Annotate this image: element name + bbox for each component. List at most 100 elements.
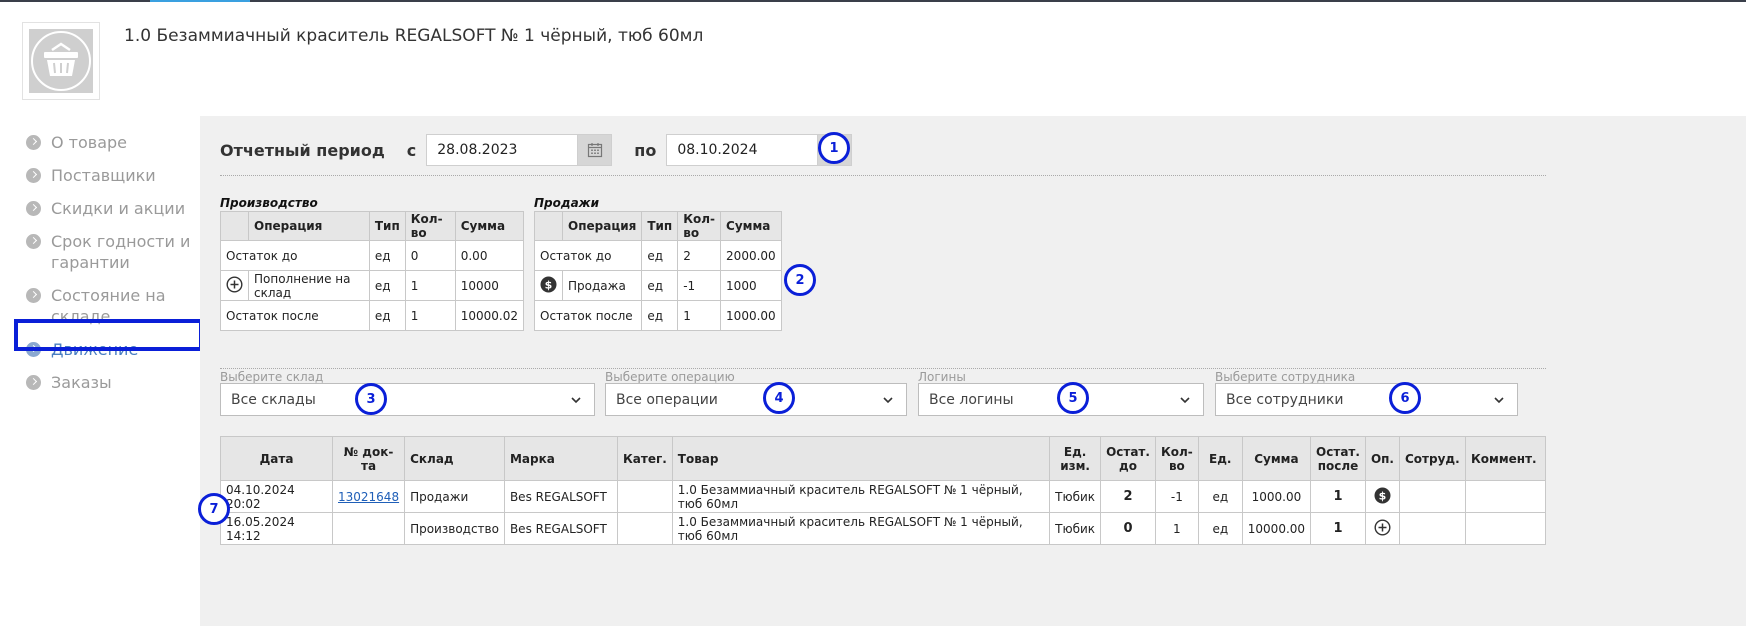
plus-circle-icon (220, 270, 249, 301)
operation-filter-label: Выберите операцию (605, 370, 735, 384)
warehouse-filter-label: Выберите склад (220, 370, 324, 384)
sum-cell: 2000.00 (720, 240, 782, 271)
table-row: Пополнение на склад ед 1 10000 (220, 270, 525, 301)
sidebar-item-expiry[interactable]: Срок годности и гарантии (14, 225, 224, 279)
chevron-right-icon (26, 168, 41, 183)
qty-cell: 1 (404, 270, 456, 301)
sidebar-item-label: Поставщики (51, 166, 156, 185)
period-label: Отчетный период (220, 140, 385, 160)
period-to-label: по (634, 140, 657, 160)
sum-cell: 10000.00 (1241, 512, 1312, 545)
sidebar-item-label: О товаре (51, 133, 128, 152)
operation-select[interactable]: Все операции (605, 383, 907, 416)
product-cell: 1.0 Безаммиачный краситель REGALSOFT № 1… (671, 512, 1051, 545)
stock-before-cell: 2 (1100, 480, 1156, 513)
sidebar-item-suppliers[interactable]: Поставщики (14, 159, 224, 192)
table-row: Остаток после ед 1 10000.02 (220, 300, 525, 331)
sidebar-item-about[interactable]: О товаре (14, 126, 224, 159)
qty-cell: 1 (404, 300, 456, 331)
sidebar-item-discounts[interactable]: Скидки и акции (14, 192, 224, 225)
column-header: № док-та (331, 436, 406, 481)
chevron-right-icon (26, 201, 41, 216)
employee-cell (1399, 480, 1466, 513)
sidebar-item-label: Состояние на складе (51, 286, 166, 326)
warehouse-cell: Продажи (404, 480, 505, 513)
table-row: 04.10.2024 20:02 13021648 Продажи Bes RE… (220, 480, 1546, 513)
employee-filter-label: Выберите сотрудника (1215, 370, 1356, 384)
date-from-input[interactable]: 28.08.2023 (426, 134, 579, 166)
date-cell: 04.10.2024 20:02 (220, 480, 333, 513)
stock-after-cell: 1 (1310, 480, 1366, 513)
unit-short-cell: ед (1197, 480, 1243, 513)
unit-cell: Тюбик (1049, 480, 1102, 513)
column-header (534, 211, 563, 241)
product-cell: 1.0 Безаммиачный краситель REGALSOFT № 1… (671, 480, 1051, 513)
column-header: Дата (220, 436, 333, 481)
chevron-right-icon (26, 135, 41, 150)
production-title: Производство (220, 196, 318, 210)
annotation-badge: 4 (763, 382, 795, 414)
calendar-icon[interactable] (578, 134, 613, 166)
column-header: Тип (368, 211, 406, 241)
column-header: Сумма (454, 211, 525, 241)
top-bar-accent (150, 0, 250, 2)
operation-cell: Пополнение на склад (248, 270, 370, 301)
sidebar-item-label: Движение (51, 340, 139, 359)
table-row: $ Продажа ед -1 1000 (534, 270, 782, 301)
sidebar-item-movement[interactable]: Движение (14, 333, 224, 366)
chevron-right-icon (26, 288, 41, 303)
brand-cell: Bes REGALSOFT (503, 512, 618, 545)
type-cell: ед (641, 300, 679, 331)
warehouse-select-value: Все склады (231, 391, 316, 408)
divider (220, 175, 1546, 176)
qty-cell: 2 (677, 240, 722, 271)
logins-filter-label: Логины (918, 370, 966, 384)
document-link[interactable]: 13021648 (338, 490, 399, 504)
stock-after-cell: 1 (1310, 512, 1366, 545)
warehouse-cell: Производство (404, 512, 505, 545)
column-header: Тип (641, 211, 679, 241)
unit-cell: Тюбик (1049, 512, 1102, 545)
column-header: Марка (503, 436, 618, 481)
column-header: Коммент. (1465, 436, 1546, 481)
column-header: Кол-во (1154, 436, 1199, 481)
qty-cell: 1 (677, 300, 722, 331)
annotation-badge: 7 (198, 493, 230, 525)
annotation-badge: 2 (784, 264, 816, 296)
dollar-circle-icon: $ (1364, 480, 1401, 513)
operation-cell: Остаток после (533, 300, 643, 331)
qty-cell: 0 (404, 240, 456, 271)
table-row: Остаток до ед 0 0.00 (220, 240, 525, 271)
table-row: Остаток до ед 2 2000.00 (533, 240, 782, 271)
sum-cell: 10000 (454, 270, 525, 301)
column-header: Операция (248, 211, 370, 241)
employee-cell (1399, 512, 1466, 545)
employee-select[interactable]: Все сотрудники (1215, 383, 1518, 416)
column-header: Кол-во (404, 211, 456, 241)
qty-cell: 1 (1154, 512, 1199, 545)
sum-cell: 1000.00 (1241, 480, 1312, 513)
sum-cell: 1000.00 (720, 300, 782, 331)
sum-cell: 1000 (720, 270, 782, 301)
column-header: Ед. изм. (1049, 436, 1102, 481)
chevron-right-icon (26, 234, 41, 249)
column-header: Товар (671, 436, 1051, 481)
type-cell: ед (368, 300, 406, 331)
annotation-badge: 3 (355, 383, 387, 415)
sidebar-item-orders[interactable]: Заказы (14, 366, 224, 399)
column-header: Операция (561, 211, 643, 241)
chevron-down-icon (1494, 397, 1504, 404)
sidebar-item-stock[interactable]: Состояние на складе (14, 279, 224, 333)
column-header (220, 211, 249, 241)
date-to-input[interactable]: 08.10.2024 (666, 134, 819, 166)
brand-cell: Bes REGALSOFT (503, 480, 618, 513)
sidebar-item-label: Заказы (51, 373, 112, 392)
basket-icon (29, 29, 93, 93)
chevron-right-icon (26, 375, 41, 390)
column-header: Остат. после (1310, 436, 1366, 481)
logins-select-value: Все логины (929, 391, 1014, 408)
column-header: Катег. (616, 436, 673, 481)
doc-cell (331, 512, 406, 545)
annotation-badge: 1 (818, 132, 850, 164)
warehouse-select[interactable]: Все склады (220, 383, 595, 416)
